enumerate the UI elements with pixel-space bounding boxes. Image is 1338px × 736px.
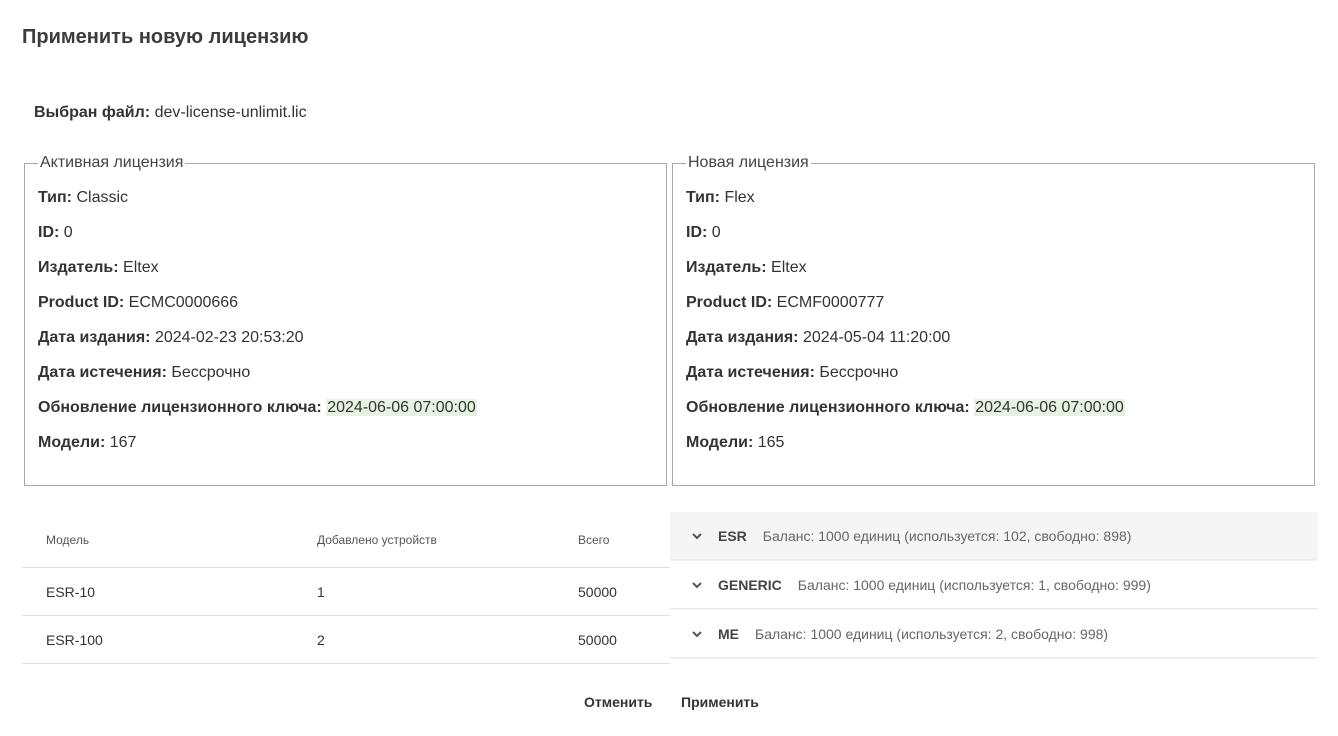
table-row[interactable]: ESR-10 1 50000 (22, 568, 682, 616)
group-balance: Баланс: 1000 единиц (используется: 1, св… (797, 576, 1151, 593)
license-groups-accordion: ESR Баланс: 1000 единиц (используется: 1… (670, 512, 1318, 670)
accordion-next-item-edge (670, 659, 1318, 670)
cell-added: 1 (317, 584, 325, 600)
field-value: 2024-02-23 20:53:20 (154, 329, 304, 346)
field-value: Eltex (771, 259, 807, 276)
cell-model: ESR-10 (46, 584, 96, 600)
active-license-legend: Активная лицензия (40, 154, 184, 171)
active-license-product-id: Product ID: ECMC0000666 (38, 293, 653, 328)
chevron-down-icon (692, 532, 702, 539)
cell-total: 50000 (578, 584, 617, 600)
new-license-product-id: Product ID: ECMF0000777 (686, 293, 1301, 328)
field-label: Дата истечения: (38, 364, 167, 381)
selected-file-label: Выбран файл: (34, 104, 151, 121)
field-label: Модели: (38, 434, 106, 451)
active-license-expiry: Дата истечения: Бессрочно (38, 363, 653, 398)
active-license-panel: Активная лицензия Тип: Classic ID: 0 Изд… (24, 154, 667, 486)
new-license-publisher: Издатель: Eltex (686, 258, 1301, 293)
group-name: ME (718, 625, 739, 642)
chevron-down-icon (692, 630, 702, 637)
new-license-legend: Новая лицензия (688, 154, 809, 171)
field-label: Издатель: (686, 259, 767, 276)
cancel-button[interactable]: Отменить (584, 694, 652, 710)
field-label: Модели: (686, 434, 754, 451)
apply-button[interactable]: Применить (681, 694, 759, 710)
group-balance: Баланс: 1000 единиц (используется: 2, св… (755, 625, 1109, 642)
field-value: 2024-05-04 11:20:00 (802, 329, 951, 346)
field-value: Бессрочно (171, 364, 251, 381)
new-license-models: Модели: 165 (686, 433, 1301, 468)
field-value: 167 (109, 434, 137, 451)
field-value: Classic (76, 189, 129, 206)
field-label: Product ID: (686, 294, 773, 311)
field-value: 0 (63, 224, 73, 241)
field-value: ECMF0000777 (776, 294, 885, 311)
field-label: Дата истечения: (686, 364, 815, 381)
field-label: Обновление лицензионного ключа: (686, 399, 970, 416)
chevron-down-icon (692, 581, 702, 588)
field-label: Тип: (38, 189, 72, 206)
field-label: Обновление лицензионного ключа: (38, 399, 322, 416)
group-name: GENERIC (718, 576, 782, 593)
new-license-id: ID: 0 (686, 223, 1301, 258)
new-license-expiry: Дата истечения: Бессрочно (686, 363, 1301, 398)
field-value-highlighted: 2024-06-06 07:00:00 (326, 399, 477, 416)
column-header-model[interactable]: Модель (46, 533, 89, 547)
group-esr-header[interactable]: ESR Баланс: 1000 единиц (используется: 1… (670, 512, 1318, 560)
cell-total: 50000 (578, 632, 617, 648)
table-row[interactable]: ESR-100 2 50000 (22, 616, 682, 664)
cell-model: ESR-100 (46, 632, 103, 648)
active-license-id: ID: 0 (38, 223, 653, 258)
cell-added: 2 (317, 632, 325, 648)
group-generic-header[interactable]: GENERIC Баланс: 1000 единиц (используетс… (670, 561, 1318, 609)
models-table: Модель Добавлено устройств Всего ESR-10 … (22, 512, 682, 664)
field-label: ID: (38, 224, 60, 241)
field-value: 165 (757, 434, 785, 451)
field-value: Eltex (123, 259, 159, 276)
active-license-publisher: Издатель: Eltex (38, 258, 653, 293)
field-label: Дата издания: (686, 329, 799, 346)
field-value: Flex (724, 189, 755, 206)
group-balance: Баланс: 1000 единиц (используется: 102, … (762, 527, 1132, 544)
active-license-issue-date: Дата издания: 2024-02-23 20:53:20 (38, 328, 653, 363)
field-label: Product ID: (38, 294, 125, 311)
field-value: 0 (711, 224, 721, 241)
active-license-models: Модели: 167 (38, 433, 653, 468)
dialog-title: Применить новую лицензию (22, 26, 309, 48)
new-license-issue-date: Дата издания: 2024-05-04 11:20:00 (686, 328, 1301, 363)
field-label: Тип: (686, 189, 720, 206)
field-label: Дата издания: (38, 329, 151, 346)
selected-file-name: dev-license-unlimit.lic (154, 104, 307, 121)
field-value: ECMC0000666 (128, 294, 239, 311)
active-license-type: Тип: Classic (38, 188, 653, 223)
column-header-added-devices[interactable]: Добавлено устройств (317, 533, 437, 547)
field-value-highlighted: 2024-06-06 07:00:00 (974, 399, 1125, 416)
field-label: ID: (686, 224, 708, 241)
group-name: ESR (718, 527, 747, 544)
field-label: Издатель: (38, 259, 119, 276)
selected-file: Выбран файл: dev-license-unlimit.lic (34, 104, 307, 122)
table-header: Модель Добавлено устройств Всего (22, 512, 682, 568)
active-license-key-update: Обновление лицензионного ключа: 2024-06-… (38, 398, 653, 433)
group-me-header[interactable]: ME Баланс: 1000 единиц (используется: 2,… (670, 610, 1318, 658)
new-license-type: Тип: Flex (686, 188, 1301, 223)
new-license-panel: Новая лицензия Тип: Flex ID: 0 Издатель:… (672, 154, 1315, 486)
new-license-key-update: Обновление лицензионного ключа: 2024-06-… (686, 398, 1301, 433)
column-header-total[interactable]: Всего (578, 533, 609, 547)
field-value: Бессрочно (819, 364, 899, 381)
